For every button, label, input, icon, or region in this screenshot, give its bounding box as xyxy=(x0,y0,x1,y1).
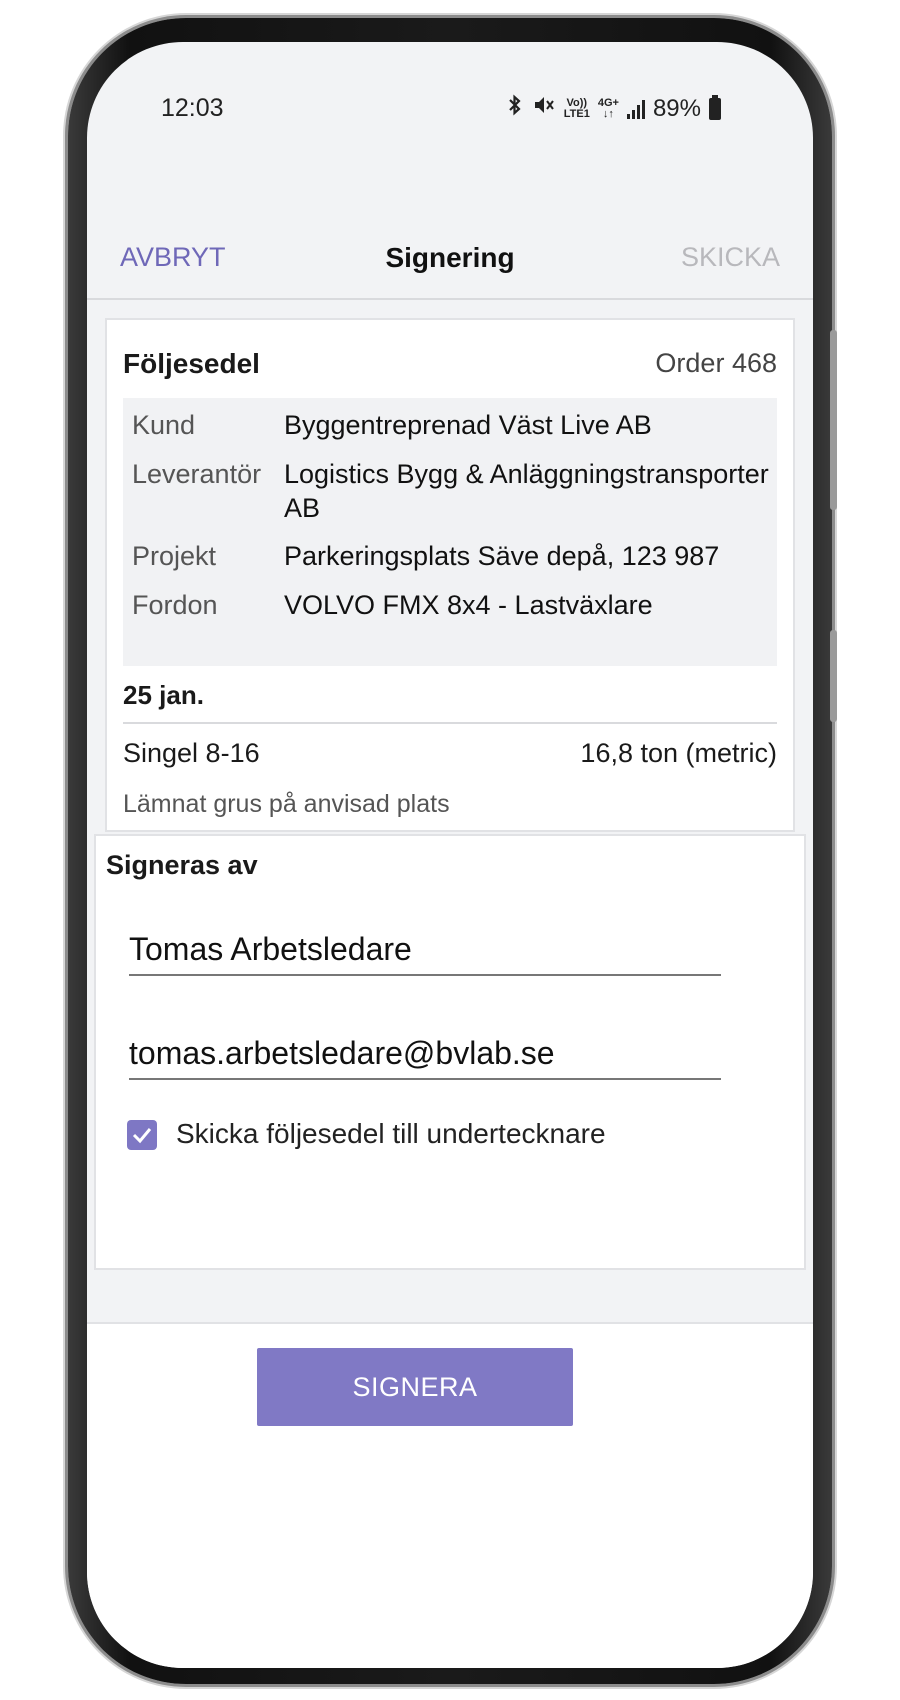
signal-icon xyxy=(626,99,645,119)
status-time: 12:03 xyxy=(161,94,224,122)
info-value: Parkeringsplats Säve depå, 123 987 xyxy=(284,541,720,571)
send-copy-label[interactable]: Skicka följesedel till undertecknare xyxy=(176,1118,606,1150)
signer-title: Signeras av xyxy=(106,850,258,880)
delivery-note-card: Följesedel Order 468 Kund Byggentreprena… xyxy=(105,318,795,832)
signer-email-input[interactable] xyxy=(129,1035,721,1072)
item-name: Singel 8-16 xyxy=(123,738,260,768)
header-divider xyxy=(87,298,813,300)
signer-card: Signeras av Skicka följesedel till under… xyxy=(94,834,806,1270)
date-divider xyxy=(123,722,777,724)
volte-icon: Vo)) LTE1 xyxy=(563,97,590,120)
bottom-action-bar: SIGNERA xyxy=(87,1322,813,1668)
signer-email-field xyxy=(129,1022,721,1080)
checkmark-icon xyxy=(132,1128,152,1144)
delivery-info-block: Kund Byggentreprenad Väst Live AB Levera… xyxy=(123,398,777,666)
status-icons: Vo)) LTE1 4G+ ↓↑ 89% xyxy=(506,94,721,123)
volte-bottom-text: LTE1 xyxy=(563,107,590,120)
info-value: Byggentreprenad Väst Live AB xyxy=(284,410,652,440)
info-label: Fordon xyxy=(132,590,218,620)
bluetooth-icon xyxy=(506,94,524,123)
info-label: Leverantör xyxy=(132,459,262,489)
delivery-note-title: Följesedel xyxy=(123,348,260,379)
info-label: Projekt xyxy=(132,541,217,571)
order-number: Order 468 xyxy=(655,348,777,378)
battery-percent: 89% xyxy=(652,94,701,122)
phone-screen: 12:03 Vo)) LTE1 4G+ ↓↑ 89% AVBRYT Signerin… xyxy=(87,42,813,1668)
battery-icon xyxy=(709,94,721,120)
network-arrows-text: ↓↑ xyxy=(602,107,614,120)
phone-power-button xyxy=(830,630,837,722)
mute-icon xyxy=(532,94,556,123)
info-label: Kund xyxy=(132,410,196,440)
4g-icon: 4G+ ↓↑ xyxy=(598,97,619,120)
item-comment: Lämnat grus på anvisad plats xyxy=(123,790,450,818)
status-bar: 12:03 Vo)) LTE1 4G+ ↓↑ 89% xyxy=(87,42,813,192)
item-quantity: 16,8 ton (metric) xyxy=(580,738,777,768)
signer-name-field xyxy=(129,918,721,976)
info-value: Logistics Bygg & Anläggningstransporter … xyxy=(284,459,769,523)
app-header: AVBRYT Signering SKICKA xyxy=(87,242,813,298)
send-copy-checkbox[interactable] xyxy=(127,1120,157,1150)
delivery-date: 25 jan. xyxy=(123,680,204,710)
signer-name-input[interactable] xyxy=(129,931,721,968)
sign-button[interactable]: SIGNERA xyxy=(257,1348,573,1426)
phone-volume-button xyxy=(830,330,837,510)
send-button[interactable]: SKICKA xyxy=(681,242,780,273)
info-value: VOLVO FMX 8x4 - Lastväxlare xyxy=(284,590,653,620)
